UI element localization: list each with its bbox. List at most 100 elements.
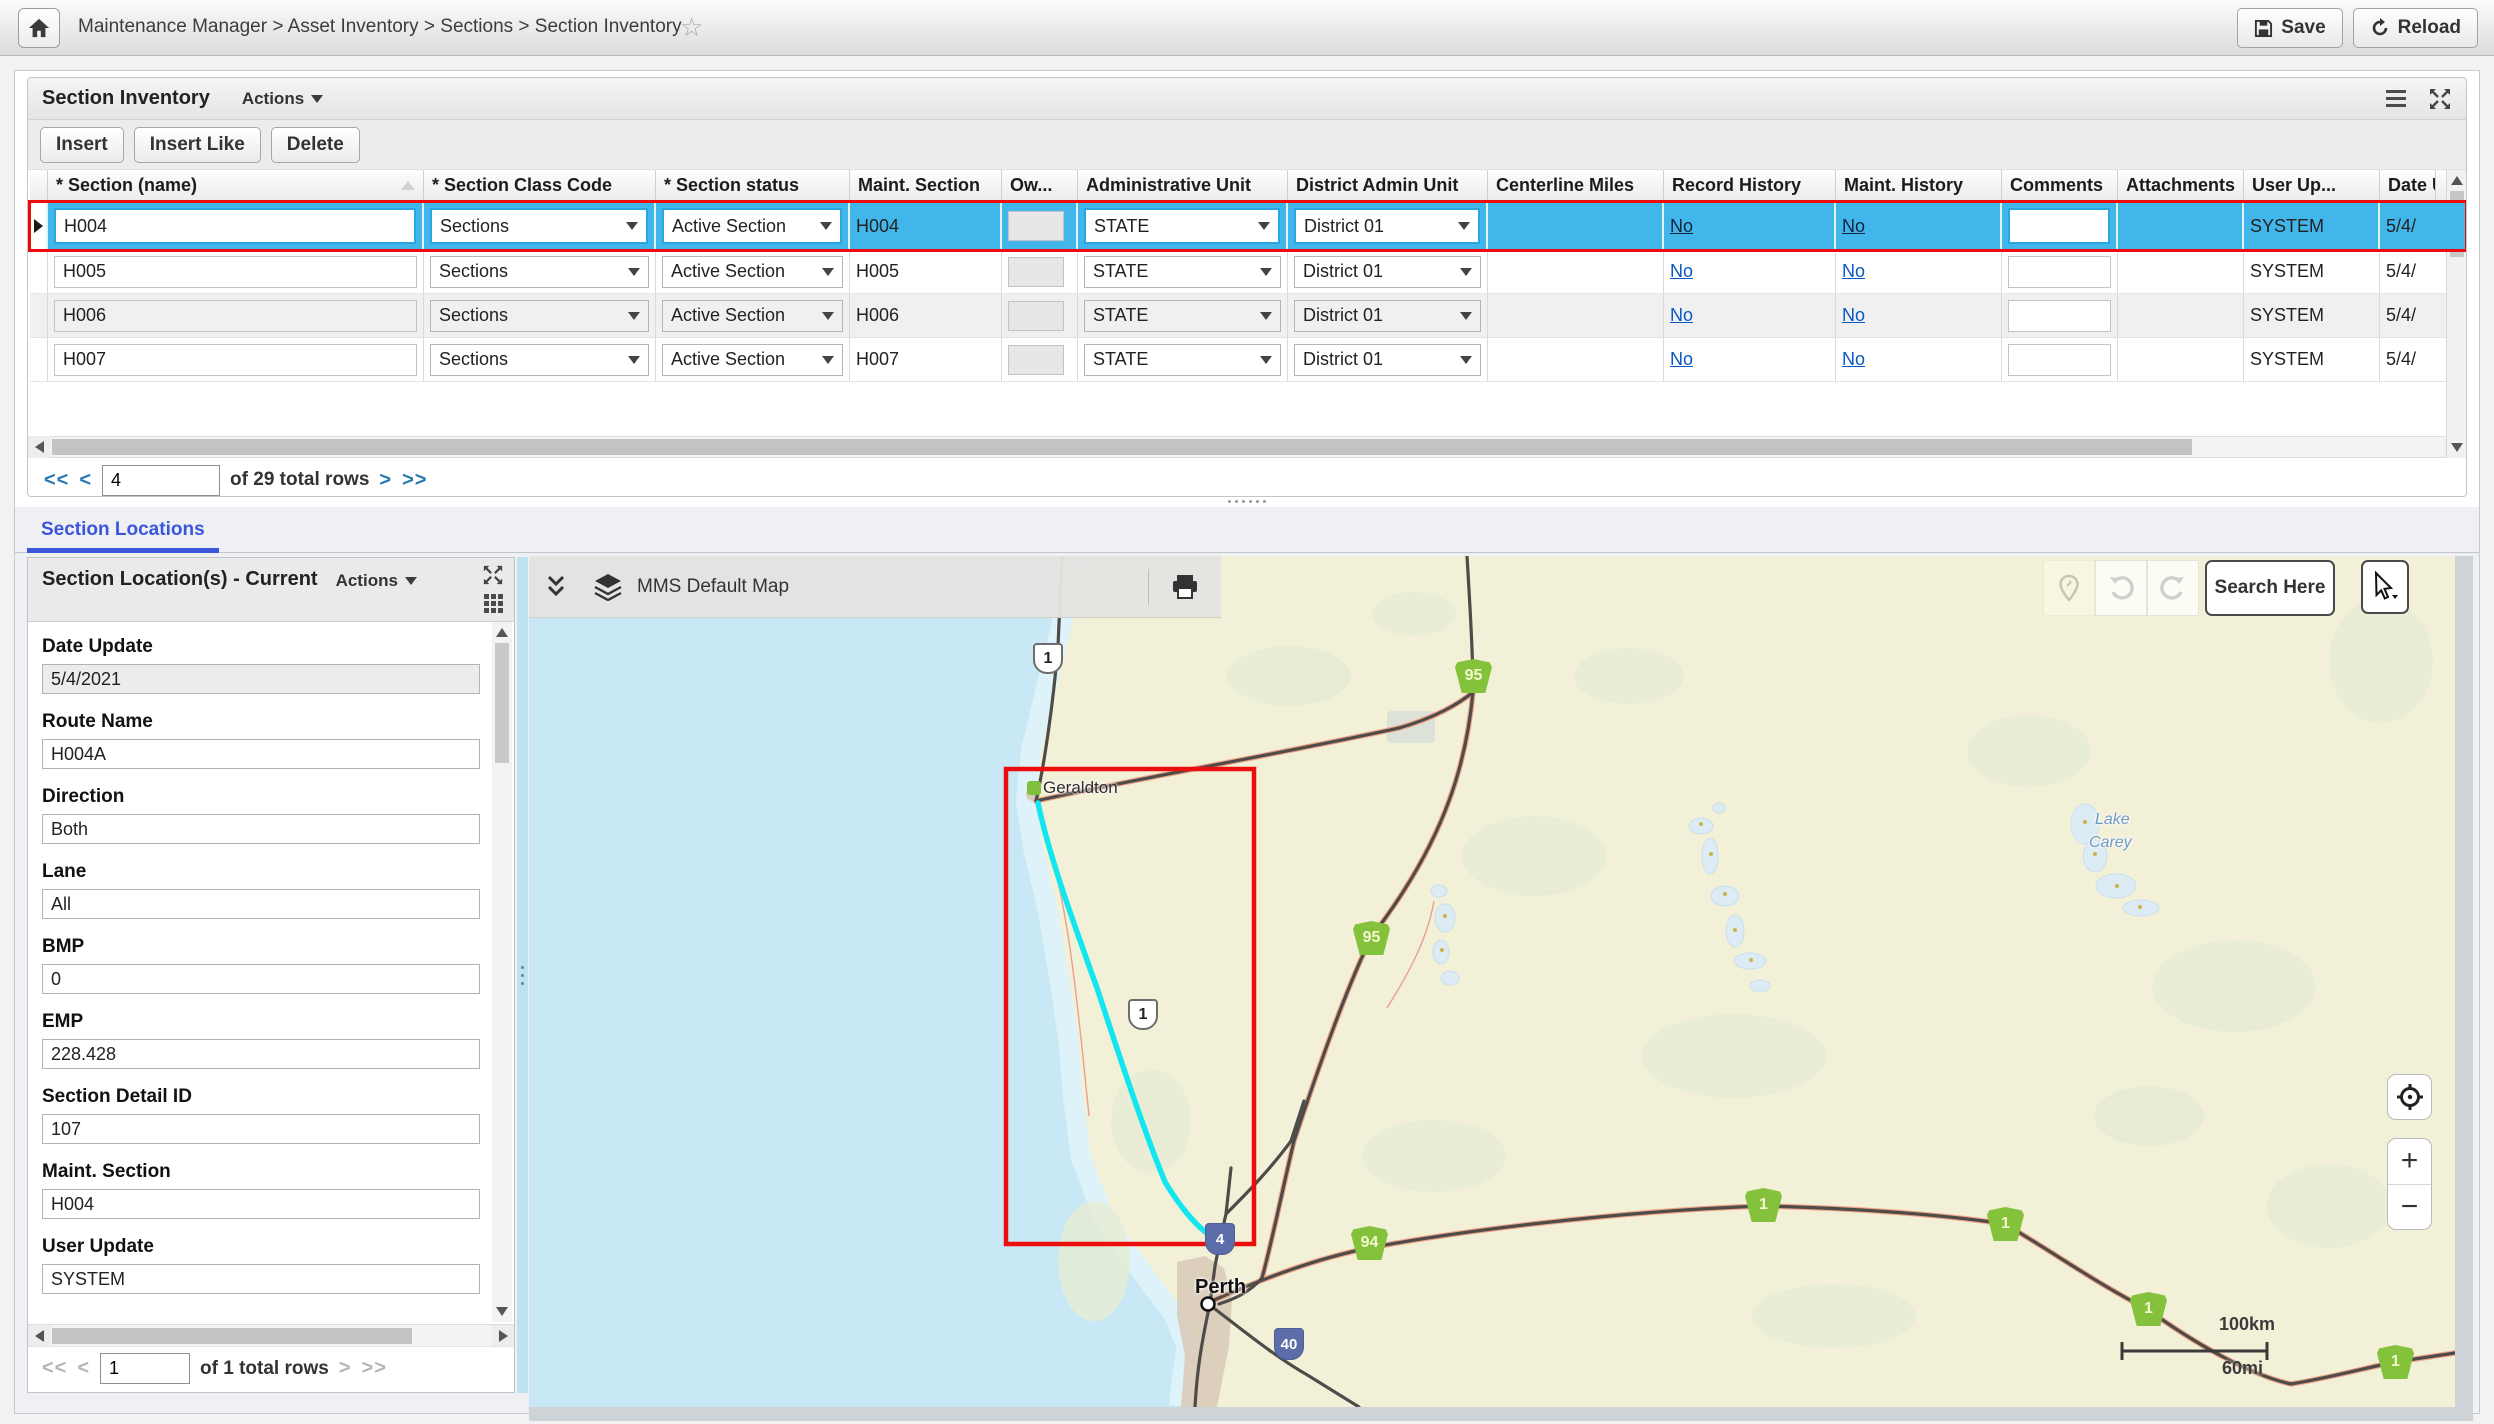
district-select[interactable]: District 01 <box>1294 300 1481 332</box>
map-canvas[interactable] <box>529 556 2455 1407</box>
search-here-button[interactable]: Search Here <box>2205 560 2335 616</box>
column-header[interactable]: User Up... <box>2244 170 2380 201</box>
column-header[interactable]: Record History <box>1664 170 1836 201</box>
next-page-button[interactable]: > <box>339 1357 352 1380</box>
scrollbar-thumb[interactable] <box>495 643 509 763</box>
scroll-up-icon[interactable] <box>2451 176 2463 185</box>
column-header[interactable]: Maint. Section <box>850 170 1002 201</box>
map-container[interactable]: MMS Default Map <box>529 556 2455 1407</box>
comments-input[interactable] <box>2008 256 2111 288</box>
save-button[interactable]: Save <box>2237 8 2342 48</box>
next-page-button[interactable]: > <box>379 469 392 492</box>
comments-input[interactable] <box>2008 300 2111 332</box>
page-number-input[interactable] <box>100 1353 190 1384</box>
reload-button[interactable]: Reload <box>2353 8 2478 48</box>
status-select[interactable]: Active Section <box>662 256 843 288</box>
insert-button[interactable]: Insert <box>40 127 124 163</box>
form-vertical-scrollbar[interactable] <box>492 622 512 1322</box>
column-header[interactable]: * Section (name) <box>48 170 424 201</box>
district-select[interactable]: District 01 <box>1294 344 1481 376</box>
status-select[interactable]: Active Section <box>662 300 843 332</box>
section-name-input[interactable] <box>54 300 417 332</box>
pin-location-button[interactable] <box>2043 560 2095 616</box>
lane-field[interactable] <box>42 889 480 919</box>
undo-button[interactable] <box>2095 560 2147 616</box>
record-history-link[interactable]: No <box>1670 216 1693 237</box>
tab-section-locations[interactable]: Section Locations <box>27 507 219 553</box>
table-horizontal-scrollbar[interactable] <box>28 436 2466 458</box>
zoom-out-button[interactable]: − <box>2388 1185 2431 1230</box>
column-header[interactable]: Attachments <box>2118 170 2244 201</box>
maint-history-link[interactable]: No <box>1842 349 1865 370</box>
page-number-input[interactable] <box>102 465 220 496</box>
admin-unit-select[interactable]: STATE <box>1084 300 1281 332</box>
table-row[interactable]: Sections Active Section H006 STATE Distr… <box>30 294 2466 338</box>
scrollbar-thumb[interactable] <box>52 439 2192 455</box>
zoom-in-button[interactable]: + <box>2388 1139 2431 1185</box>
location-actions-menu[interactable]: Actions <box>336 571 417 591</box>
map-right-scrollbar[interactable] <box>2455 556 2473 1421</box>
maint-history-link[interactable]: No <box>1842 261 1865 282</box>
date-update-field[interactable] <box>42 664 480 694</box>
maximize-panel-button[interactable] <box>2428 87 2452 111</box>
grid-view-button[interactable] <box>484 594 503 613</box>
table-row-selected[interactable]: Sections Active Section H004 STATE Distr… <box>30 202 2466 250</box>
favorite-star-icon[interactable]: ☆ <box>680 12 703 43</box>
emp-field[interactable] <box>42 1039 480 1069</box>
horizontal-splitter[interactable] <box>15 495 2479 507</box>
comments-input[interactable] <box>2008 208 2110 244</box>
first-page-button[interactable]: << <box>42 1357 67 1380</box>
maximize-panel-button[interactable] <box>482 564 504 586</box>
column-header[interactable]: Administrative Unit <box>1078 170 1288 201</box>
admin-unit-select[interactable]: STATE <box>1084 208 1280 244</box>
class-code-select[interactable]: Sections <box>430 256 649 288</box>
scroll-up-icon[interactable] <box>496 628 508 637</box>
insert-like-button[interactable]: Insert Like <box>134 127 261 163</box>
status-select[interactable]: Active Section <box>662 344 843 376</box>
class-code-select[interactable]: Sections <box>430 208 648 244</box>
table-row[interactable]: Sections Active Section H005 STATE Distr… <box>30 250 2466 294</box>
district-select[interactable]: District 01 <box>1294 256 1481 288</box>
section-detail-id-field[interactable] <box>42 1114 480 1144</box>
delete-button[interactable]: Delete <box>271 127 360 163</box>
status-select[interactable]: Active Section <box>662 208 842 244</box>
column-header[interactable]: Centerline Miles <box>1488 170 1664 201</box>
class-code-select[interactable]: Sections <box>430 300 649 332</box>
scroll-down-icon[interactable] <box>2451 443 2463 452</box>
locate-button[interactable] <box>2387 1074 2432 1120</box>
record-history-link[interactable]: No <box>1670 261 1693 282</box>
print-map-button[interactable] <box>1171 574 1199 600</box>
scrollbar-thumb[interactable] <box>52 1328 412 1344</box>
list-view-button[interactable] <box>2386 90 2406 107</box>
section-name-input[interactable] <box>54 344 417 376</box>
maint-history-link[interactable]: No <box>1842 305 1865 326</box>
section-name-input[interactable] <box>54 208 416 244</box>
home-button[interactable] <box>18 8 60 48</box>
scroll-left-button[interactable] <box>28 1325 50 1347</box>
section-name-input[interactable] <box>54 256 417 288</box>
maint-section-field[interactable] <box>42 1189 480 1219</box>
redo-button[interactable] <box>2147 560 2199 616</box>
direction-field[interactable] <box>42 814 480 844</box>
column-header[interactable]: District Admin Unit <box>1288 170 1488 201</box>
scroll-down-icon[interactable] <box>496 1307 508 1316</box>
maint-history-link[interactable]: No <box>1842 216 1865 237</box>
comments-input[interactable] <box>2008 344 2111 376</box>
bmp-field[interactable] <box>42 964 480 994</box>
table-row[interactable]: Sections Active Section H007 STATE Distr… <box>30 338 2466 382</box>
column-header[interactable]: Date U <box>2380 170 2436 201</box>
route-name-field[interactable] <box>42 739 480 769</box>
first-page-button[interactable]: << <box>44 469 69 492</box>
layers-button[interactable] <box>593 573 623 601</box>
column-header[interactable]: Ow... <box>1002 170 1078 201</box>
column-header[interactable]: * Section status <box>656 170 850 201</box>
class-code-select[interactable]: Sections <box>430 344 649 376</box>
admin-unit-select[interactable]: STATE <box>1084 344 1281 376</box>
prev-page-button[interactable]: < <box>79 469 92 492</box>
last-page-button[interactable]: >> <box>362 1357 387 1380</box>
district-select[interactable]: District 01 <box>1294 208 1480 244</box>
scroll-left-button[interactable] <box>28 436 50 458</box>
map-tool-selector-button[interactable] <box>2361 560 2409 614</box>
admin-unit-select[interactable]: STATE <box>1084 256 1281 288</box>
prev-page-button[interactable]: < <box>77 1357 90 1380</box>
